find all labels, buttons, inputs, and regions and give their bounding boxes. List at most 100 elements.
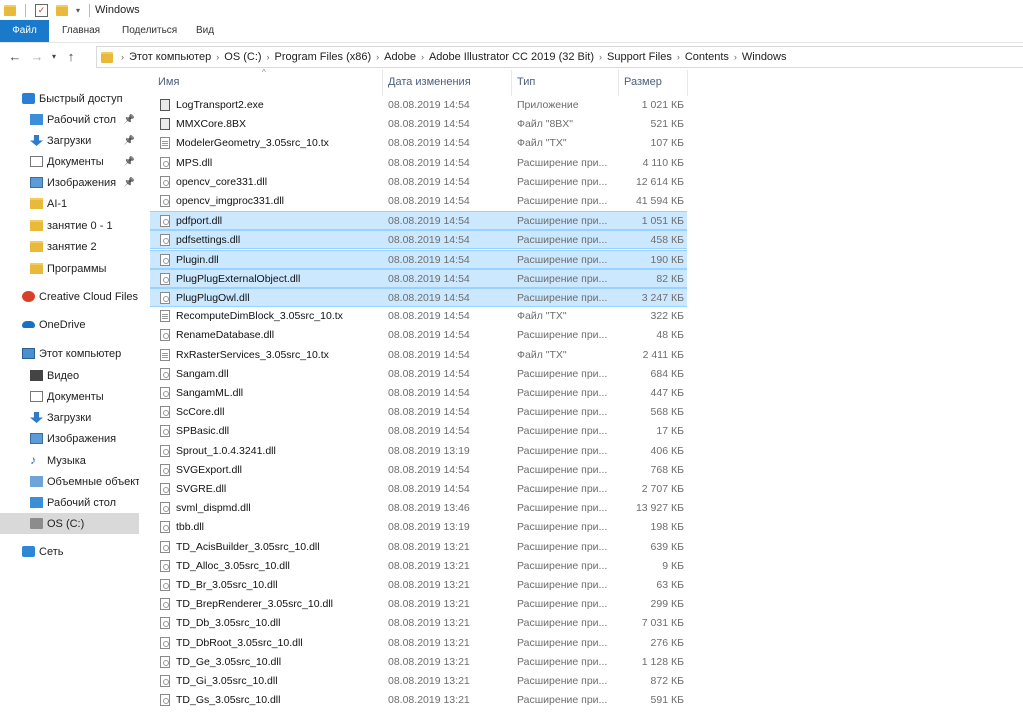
breadcrumb-separator-icon[interactable]: › <box>374 52 381 62</box>
breadcrumb-separator-icon[interactable]: › <box>597 52 604 62</box>
sidebar-item[interactable]: ♪ Музыка <box>0 450 139 471</box>
properties-icon[interactable]: ✓ <box>35 3 48 17</box>
sidebar-item[interactable]: занятие 2 <box>0 236 139 257</box>
breadcrumb-program-files-x86[interactable]: Program Files (x86) <box>272 51 375 63</box>
file-row[interactable]: SangamML.dll 08.08.2019 14:54 Расширение п… <box>150 384 687 403</box>
file-row[interactable]: TD_Alloc_3.05src_10.dll 08.08.2019 13:21 Р… <box>150 557 687 576</box>
file-row[interactable]: pdfsettings.dll 08.08.2019 14:54 Расширени… <box>150 230 687 250</box>
sidebar-item[interactable]: Этот компьютер <box>0 343 139 364</box>
new-folder-icon[interactable] <box>56 4 68 16</box>
file-name: SVGExport.dll <box>176 463 242 476</box>
file-row[interactable]: RecomputeDimBlock_3.05src_10.tx 08.08.201… <box>150 307 687 326</box>
column-header-type[interactable]: Тип <box>517 76 535 88</box>
breadcrumb-windows[interactable]: Windows <box>739 51 790 63</box>
column-divider[interactable] <box>511 70 512 96</box>
file-row[interactable]: TD_Db_3.05src_10.dll 08.08.2019 13:21 Расш… <box>150 614 687 633</box>
file-date: 08.08.2019 14:54 <box>388 215 470 228</box>
up-arrow-icon[interactable]: ↑ <box>60 49 82 64</box>
sidebar-item[interactable]: Объемные объекты <box>0 471 139 492</box>
file-row[interactable]: opencv_core331.dll 08.08.2019 14:54 Расшир… <box>150 173 687 192</box>
breadcrumb-contents[interactable]: Contents <box>682 51 732 63</box>
sidebar-item[interactable]: Creative Cloud Files <box>0 286 139 307</box>
breadcrumb-os-c[interactable]: OS (C:) <box>221 51 264 63</box>
breadcrumb-illustrator[interactable]: Adobe Illustrator CC 2019 (32 Bit) <box>426 51 597 63</box>
file-row[interactable]: PlugPlugOwl.dll 08.08.2019 14:54 Расширени… <box>150 288 687 307</box>
file-row[interactable]: TD_BrepRenderer_3.05src_10.dll 08.08.2019… <box>150 595 687 614</box>
file-row[interactable]: Sangam.dll 08.08.2019 14:54 Расширение при… <box>150 365 687 384</box>
sidebar-item-label: Загрузки <box>47 134 92 147</box>
tab-view[interactable]: Вид <box>196 20 214 42</box>
file-row[interactable]: TD_AcisBuilder_3.05src_10.dll 08.08.2019 … <box>150 538 687 557</box>
column-divider[interactable] <box>382 70 383 96</box>
sidebar-item[interactable]: Программы <box>0 258 139 279</box>
file-row[interactable]: TD_Gi_3.05src_10.dll 08.08.2019 13:21 Расш… <box>150 672 687 691</box>
file-row[interactable]: SVGRE.dll 08.08.2019 14:54 Расширение при.… <box>150 480 687 499</box>
sidebar-item[interactable]: Документы <box>0 386 139 407</box>
column-divider[interactable] <box>618 70 619 96</box>
sidebar-item[interactable]: занятие 0 - 1 <box>0 215 139 236</box>
sidebar-item[interactable]: OneDrive <box>0 314 139 335</box>
sidebar-item[interactable]: Загрузки 📌 <box>0 130 139 151</box>
file-size: 639 КБ <box>650 540 684 553</box>
file-row[interactable]: TD_Br_3.05src_10.dll 08.08.2019 13:21 Расш… <box>150 576 687 595</box>
column-divider[interactable] <box>687 70 688 96</box>
dll-file-icon <box>160 675 170 687</box>
file-row[interactable]: MPS.dll 08.08.2019 14:54 Расширение при...… <box>150 154 687 173</box>
sidebar-item[interactable]: Загрузки <box>0 407 139 428</box>
sidebar-item[interactable]: Сеть <box>0 541 139 562</box>
file-row[interactable]: SPBasic.dll 08.08.2019 14:54 Расширение пр… <box>150 422 687 441</box>
sidebar-item[interactable]: Документы 📌 <box>0 151 139 172</box>
quick-access-dropdown-icon[interactable]: ▾ <box>76 6 80 15</box>
file-row[interactable]: ModelerGeometry_3.05src_10.tx 08.08.2019 … <box>150 134 687 153</box>
breadcrumb-separator-icon[interactable]: › <box>732 52 739 62</box>
file-row[interactable]: TD_Gs_3.05src_10.dll 08.08.2019 13:21 Расш… <box>150 691 687 710</box>
file-type: Расширение при... <box>517 329 608 342</box>
dll-file-icon <box>160 406 170 419</box>
column-header-date[interactable]: Дата изменения <box>388 76 471 88</box>
file-row[interactable]: TD_Ge_3.05src_10.dll 08.08.2019 13:21 Расш… <box>150 653 687 672</box>
recent-locations-chevron-icon[interactable]: ▾ <box>48 52 60 61</box>
breadcrumb-this-pc[interactable]: Этот компьютер <box>126 51 214 63</box>
sidebar-item[interactable]: Видео <box>0 365 139 386</box>
back-arrow-icon[interactable]: ← <box>4 49 26 64</box>
forward-arrow-icon[interactable]: → <box>26 49 48 64</box>
file-row[interactable]: opencv_imgproc331.dll 08.08.2019 14:54 Рас… <box>150 192 687 211</box>
sidebar-item[interactable]: Изображения 📌 <box>0 172 139 193</box>
file-row[interactable]: TD_DbRoot_3.05src_10.dll 08.08.2019 13:21… <box>150 634 687 653</box>
file-row[interactable]: MMXCore.8BX 08.08.2019 14:54 Файл "8BX" 521… <box>150 115 687 134</box>
file-row[interactable]: RenameDatabase.dll 08.08.2019 14:54 Расшир… <box>150 326 687 345</box>
file-row[interactable]: RxRasterServices_3.05src_10.tx 08.08.2019… <box>150 346 687 365</box>
file-row[interactable]: svml_dispmd.dll 08.08.2019 13:46 Расширени… <box>150 499 687 518</box>
sidebar-item[interactable]: Рабочий стол <box>0 492 139 513</box>
sidebar-item-label: Изображения <box>47 432 117 445</box>
sidebar-item[interactable]: OS (C:) <box>0 513 139 534</box>
file-row[interactable]: PlugPlugExternalObject.dll 08.08.2019 14:… <box>150 268 687 288</box>
file-size: 82 КБ <box>656 272 684 285</box>
file-row[interactable]: Sprout_1.0.4.3241.dll 08.08.2019 13:19 Рас… <box>150 442 687 461</box>
file-row[interactable]: LogTransport2.exe 08.08.2019 14:54 Приложе… <box>150 96 687 115</box>
file-row[interactable]: SVGExport.dll 08.08.2019 14:54 Расширение … <box>150 461 687 480</box>
sidebar-item[interactable]: Изображения <box>0 428 139 449</box>
sidebar-item[interactable]: Быстрый доступ <box>0 88 139 109</box>
breadcrumb-separator-icon[interactable]: › <box>214 52 221 62</box>
breadcrumb-separator-icon[interactable]: › <box>119 52 126 62</box>
breadcrumb-separator-icon[interactable]: › <box>265 52 272 62</box>
address-bar[interactable]: › Этот компьютер › OS (C:) › Program Fil… <box>96 46 1023 68</box>
tab-share[interactable]: Поделиться <box>122 20 177 42</box>
column-header-name[interactable]: Имя <box>158 76 179 88</box>
breadcrumb-adobe[interactable]: Adobe <box>381 51 419 63</box>
column-header-size[interactable]: Размер <box>624 76 662 88</box>
file-row[interactable]: Plugin.dll 08.08.2019 14:54 Расширение при… <box>150 249 687 269</box>
file-row[interactable]: pdfport.dll 08.08.2019 14:54 Расширение пр… <box>150 211 687 231</box>
breadcrumb-separator-icon[interactable]: › <box>675 52 682 62</box>
file-row[interactable]: ScCore.dll 08.08.2019 14:54 Расширение при… <box>150 403 687 422</box>
breadcrumb-separator-icon[interactable]: › <box>419 52 426 62</box>
file-date: 08.08.2019 14:54 <box>388 253 470 266</box>
file-row[interactable]: tbb.dll 08.08.2019 13:19 Расширение при...… <box>150 518 687 537</box>
tab-home[interactable]: Главная <box>62 20 100 42</box>
sidebar-item[interactable]: AI-1 <box>0 193 139 214</box>
tab-file[interactable]: Файл <box>0 20 49 42</box>
file-date: 08.08.2019 14:54 <box>388 195 470 207</box>
sidebar-item[interactable]: Рабочий стол 📌 <box>0 109 139 130</box>
breadcrumb-support-files[interactable]: Support Files <box>604 51 675 63</box>
